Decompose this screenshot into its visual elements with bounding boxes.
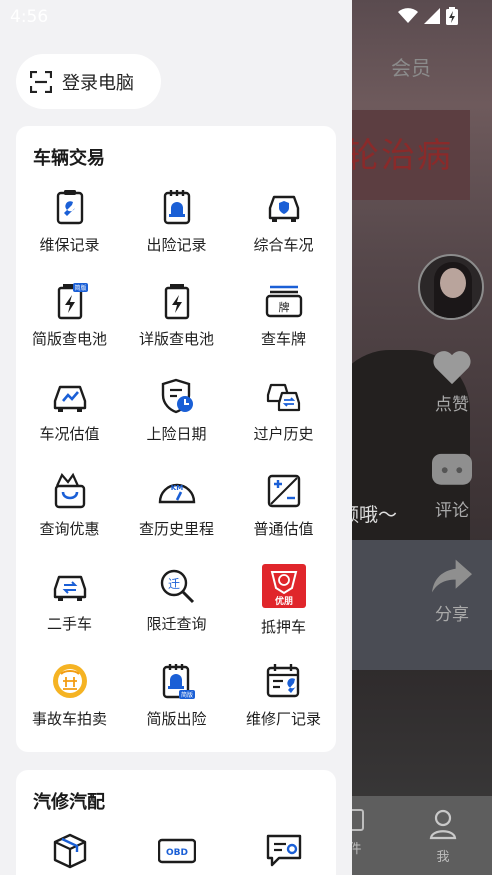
svg-text:简版: 简版 bbox=[74, 284, 86, 292]
status-icons bbox=[398, 7, 458, 25]
share-icon bbox=[432, 559, 472, 593]
login-computer-button[interactable]: 登录电脑 bbox=[16, 54, 161, 109]
grid-item-condition-valuation[interactable]: 车况估值 bbox=[16, 377, 123, 444]
section-title: 汽修汽配 bbox=[33, 792, 105, 813]
grid-item-message-settings[interactable] bbox=[230, 832, 337, 875]
shopping-bag-icon bbox=[54, 472, 85, 509]
grid-item-insurance-date[interactable]: 上险日期 bbox=[123, 377, 230, 444]
login-computer-label: 登录电脑 bbox=[62, 72, 134, 94]
vehicle-trade-card: 车辆交易 维保记录 出险记录 综合车况 简版 简版查电池 详版查电池 牌 查车牌… bbox=[16, 126, 336, 752]
grid-item-accident-auction[interactable]: 事故车拍卖 bbox=[16, 662, 123, 729]
grid-item-mileage-history[interactable]: KM 查历史里程 bbox=[123, 472, 230, 539]
grid-item-battery-detail[interactable]: 详版查电池 bbox=[123, 282, 230, 349]
creator-avatar[interactable] bbox=[418, 254, 484, 320]
heart-icon bbox=[433, 351, 471, 385]
bottom-tab-me[interactable]: 我 bbox=[426, 808, 460, 865]
svg-text:OBD: OBD bbox=[166, 848, 188, 858]
bottom-nav bbox=[352, 796, 492, 875]
car-transfer-icon bbox=[266, 383, 300, 412]
license-plate-icon: 牌 bbox=[265, 285, 302, 318]
svg-text:牌: 牌 bbox=[278, 300, 289, 314]
car-exchange-icon bbox=[53, 575, 86, 601]
section-title: 车辆交易 bbox=[33, 148, 105, 169]
alarm-clipboard-simple-icon: 简版 bbox=[162, 664, 195, 699]
obd-icon: OBD bbox=[157, 838, 196, 864]
youpeng-logo-icon: 优朋 bbox=[261, 564, 306, 608]
grid-item-used-car[interactable]: 二手车 bbox=[16, 567, 123, 634]
grid-item-accident-record[interactable]: 出险记录 bbox=[123, 188, 230, 255]
share-button[interactable]: 分享 bbox=[426, 556, 478, 625]
grid-item-license-plate[interactable]: 牌 查车牌 bbox=[230, 282, 337, 349]
video-poster-text: 轮治病 bbox=[345, 136, 453, 176]
grid-item-mortgage-car[interactable]: 优朋 抵押车 bbox=[230, 564, 337, 637]
svg-text:优朋: 优朋 bbox=[274, 595, 292, 607]
battery-icon bbox=[446, 7, 458, 25]
side-drawer: 登录电脑 车辆交易 维保记录 出险记录 综合车况 简版 简版查电池 详版查电池 … bbox=[0, 0, 352, 875]
alarm-clipboard-icon bbox=[163, 190, 190, 225]
comment-label: 评论 bbox=[435, 501, 469, 521]
status-time: 4:56 bbox=[10, 7, 49, 27]
person-icon bbox=[429, 809, 457, 840]
comment-button[interactable]: 评论 bbox=[426, 452, 478, 521]
grid-item-relocation-query[interactable]: 迁 限迁查询 bbox=[123, 567, 230, 634]
grid-item-battery-simple[interactable]: 简版 简版查电池 bbox=[16, 282, 123, 349]
battery-simple-icon: 简版 bbox=[57, 283, 88, 320]
box-icon bbox=[53, 833, 86, 869]
car-chart-icon bbox=[53, 385, 86, 412]
like-label: 点赞 bbox=[435, 395, 469, 415]
member-tab[interactable]: 会员 bbox=[352, 52, 470, 81]
svg-text:KM: KM bbox=[170, 484, 182, 492]
share-label: 分享 bbox=[435, 605, 469, 625]
grid-item-accident-simple[interactable]: 简版 简版出险 bbox=[123, 662, 230, 729]
grid-item-car-condition[interactable]: 综合车况 bbox=[230, 188, 337, 255]
search-move-icon: 迁 bbox=[160, 569, 194, 604]
grid-item-maintenance[interactable]: 维保记录 bbox=[16, 188, 123, 255]
svg-text:迁: 迁 bbox=[167, 577, 179, 591]
status-bar: 4:56 bbox=[0, 0, 492, 34]
battery-detail-icon bbox=[164, 284, 189, 320]
wifi-icon bbox=[398, 8, 418, 23]
calculator-icon bbox=[267, 474, 300, 508]
grid-item-normal-valuation[interactable]: 普通估值 bbox=[230, 472, 337, 539]
shield-clock-icon bbox=[161, 378, 193, 414]
svg-text:简版: 简版 bbox=[180, 691, 192, 699]
comment-icon bbox=[432, 453, 472, 485]
like-button[interactable]: 点赞 bbox=[426, 346, 478, 415]
calendar-wrench-icon bbox=[266, 664, 299, 698]
odometer-icon: KM bbox=[158, 483, 195, 504]
scan-icon bbox=[30, 70, 52, 93]
auto-repair-card: 汽修汽配 OBD bbox=[16, 770, 336, 875]
grid-item-transfer-history[interactable]: 过户历史 bbox=[230, 377, 337, 444]
grid-item-repair-shop-record[interactable]: 维修厂记录 bbox=[230, 662, 337, 729]
message-gear-icon bbox=[266, 834, 301, 867]
auction-logo-icon bbox=[52, 664, 87, 698]
grid-item-obd[interactable]: OBD bbox=[123, 832, 230, 875]
wrench-clipboard-icon bbox=[56, 190, 83, 225]
grid-item-parts-box[interactable] bbox=[16, 832, 123, 875]
signal-icon bbox=[424, 8, 440, 24]
car-shield-icon bbox=[268, 195, 299, 222]
grid-item-discounts[interactable]: 查询优惠 bbox=[16, 472, 123, 539]
